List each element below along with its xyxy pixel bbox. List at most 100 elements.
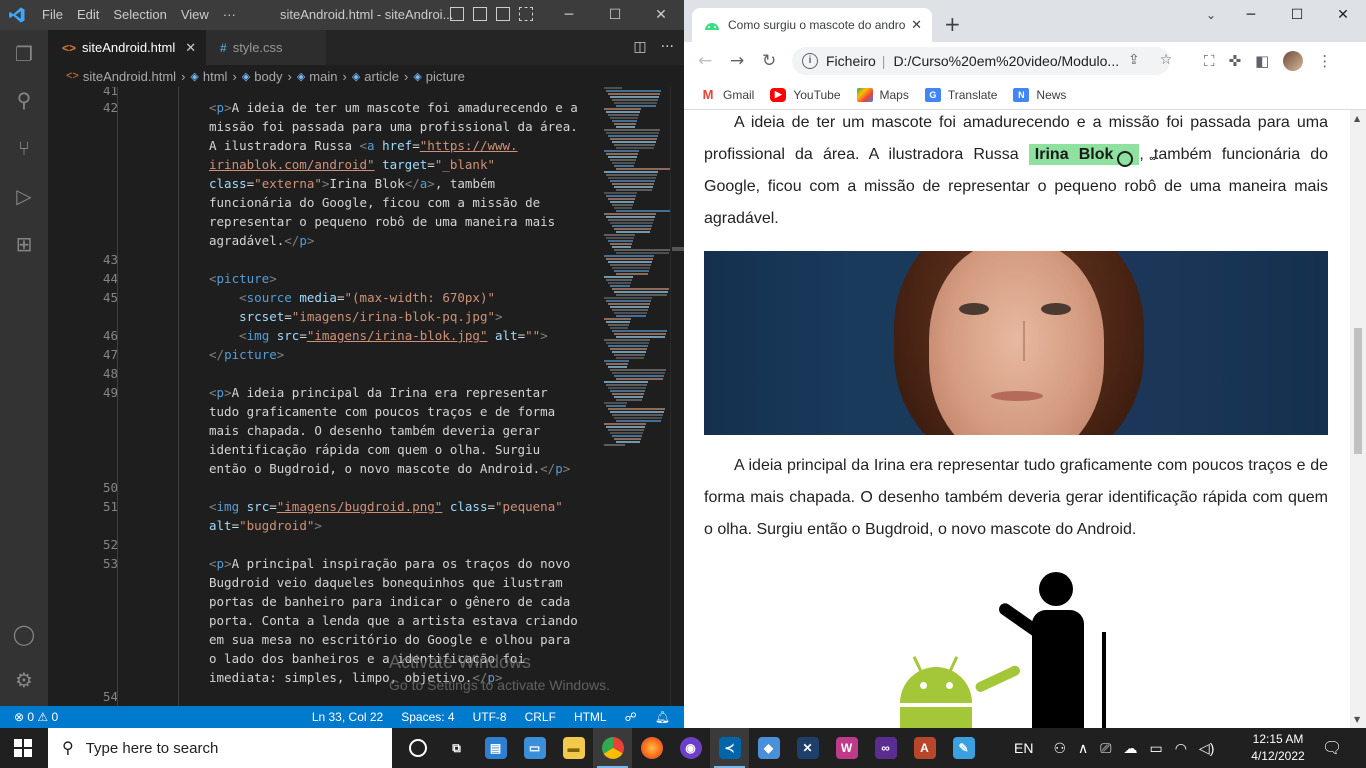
meet-now-icon[interactable]: ⎚ bbox=[1100, 740, 1111, 757]
extensions-puzzle-icon[interactable]: ✜ bbox=[1229, 52, 1242, 70]
bookmark-translate[interactable]: G Translate bbox=[924, 87, 997, 102]
people-icon[interactable]: ⚇ bbox=[1053, 740, 1066, 757]
irina-blok-link[interactable]: Irina Blok ∞ bbox=[1028, 144, 1156, 167]
minimize-icon[interactable]: ─ bbox=[1228, 0, 1274, 30]
source-control-icon[interactable]: ⑂ bbox=[12, 136, 36, 160]
cortana-icon[interactable] bbox=[398, 728, 437, 768]
onedrive-cloud-icon[interactable]: ☁ bbox=[1123, 740, 1137, 757]
search-icon[interactable]: ⚲ bbox=[12, 88, 36, 112]
extensions-icon[interactable]: ⊞ bbox=[12, 232, 36, 256]
notifications-bell-icon[interactable]: 🔔︎ bbox=[655, 710, 670, 724]
show-hidden-icons-chevron-icon[interactable]: ∧ bbox=[1078, 740, 1088, 757]
bookmark-youtube[interactable]: ▶ YouTube bbox=[770, 87, 841, 102]
indentation[interactable]: Spaces: 4 bbox=[401, 710, 454, 724]
toggle-secondary-sidebar-icon[interactable] bbox=[496, 7, 510, 21]
battery-icon[interactable]: ▭ bbox=[1149, 740, 1162, 757]
taskbar-search-box[interactable]: ⚲ Type here to search bbox=[48, 728, 392, 768]
language-mode[interactable]: HTML bbox=[574, 710, 607, 724]
share-icon[interactable]: ⇪ bbox=[1128, 52, 1140, 68]
taskbar-clock[interactable]: 12:15 AM 4/12/2022 bbox=[1248, 731, 1308, 765]
end-of-line[interactable]: CRLF bbox=[525, 710, 556, 724]
github-desktop-icon[interactable]: ◉ bbox=[671, 728, 710, 768]
new-tab-button[interactable]: + bbox=[944, 12, 961, 36]
split-editor-icon[interactable]: ◫ bbox=[633, 39, 646, 55]
file-explorer-icon[interactable]: ▬ bbox=[554, 728, 593, 768]
toggle-panel-icon[interactable] bbox=[473, 7, 487, 21]
breadcrumb-item[interactable]: body bbox=[254, 69, 282, 84]
menu-view[interactable]: View bbox=[181, 7, 217, 22]
virtualbox-icon[interactable]: ◆ bbox=[749, 728, 788, 768]
bookmark-gmail[interactable]: M Gmail bbox=[700, 87, 754, 102]
forward-icon[interactable]: → bbox=[730, 51, 744, 71]
wifi-icon[interactable]: ◠ bbox=[1175, 740, 1187, 757]
bookmark-star-icon[interactable]: ☆ bbox=[1160, 52, 1173, 68]
scroll-up-arrow-icon[interactable]: ▲ bbox=[1354, 114, 1360, 123]
windows-start-icon[interactable] bbox=[14, 739, 32, 757]
winamp-icon[interactable]: W bbox=[827, 728, 866, 768]
breadcrumb-item[interactable]: picture bbox=[426, 69, 465, 84]
visual-studio-icon[interactable]: ∞ bbox=[866, 728, 905, 768]
menu-selection[interactable]: Selection bbox=[113, 7, 174, 22]
problems-indicator[interactable]: ⊗ 0 ⚠ 0 bbox=[14, 710, 58, 724]
chrome-menu-icon[interactable]: ⋮ bbox=[1317, 52, 1332, 70]
breadcrumb-item[interactable]: html bbox=[203, 69, 228, 84]
menu-edit[interactable]: Edit bbox=[77, 7, 107, 22]
address-bar[interactable]: i Ficheiro | D:/Curso%20em%20video/Modul… bbox=[792, 47, 1170, 75]
maximize-icon[interactable]: ☐ bbox=[592, 0, 638, 30]
breadcrumb-item[interactable]: article bbox=[364, 69, 399, 84]
code-editor[interactable]: 41 42 43 44 45 46 47 48 49 50 51 52 53 5… bbox=[48, 87, 684, 706]
close-tab-icon[interactable]: ✕ bbox=[185, 40, 196, 56]
site-info-icon[interactable]: i bbox=[802, 53, 818, 69]
page-scrollbar[interactable]: ▲ ▼ bbox=[1350, 110, 1366, 728]
minimap[interactable] bbox=[604, 87, 673, 447]
close-tab-icon[interactable]: ✕ bbox=[911, 17, 922, 33]
screen-cast-icon[interactable]: ⛶ bbox=[1204, 52, 1215, 70]
vscode-taskbar-icon[interactable]: ≺ bbox=[710, 728, 749, 768]
breadcrumb-item[interactable]: siteAndroid.html bbox=[83, 69, 176, 84]
back-icon[interactable]: ← bbox=[698, 51, 712, 71]
browser-tab[interactable]: Como surgiu o mascote do andro ✕ bbox=[692, 8, 932, 42]
access-icon[interactable]: A bbox=[905, 728, 944, 768]
bookmark-news[interactable]: N News bbox=[1013, 87, 1066, 102]
account-icon[interactable]: ◯ bbox=[12, 622, 36, 646]
bookmark-maps[interactable]: Maps bbox=[856, 87, 909, 102]
scroll-down-arrow-icon[interactable]: ▼ bbox=[1354, 715, 1360, 724]
breadcrumb-item[interactable]: main bbox=[309, 69, 337, 84]
feedback-icon[interactable]: ☍ bbox=[625, 710, 637, 724]
action-center-icon[interactable]: 🗨︎ bbox=[1322, 738, 1342, 758]
customize-layout-icon[interactable] bbox=[519, 7, 533, 21]
control-panel-icon[interactable]: ▤ bbox=[476, 728, 515, 768]
more-actions-icon[interactable]: ··· bbox=[661, 39, 674, 55]
vscode-logo-icon[interactable] bbox=[8, 6, 26, 24]
packet-tracer-icon[interactable]: ✕ bbox=[788, 728, 827, 768]
menu-file[interactable]: File bbox=[42, 7, 71, 22]
menu-more[interactable]: ··· bbox=[223, 7, 244, 22]
desktop-icon[interactable]: ▭ bbox=[515, 728, 554, 768]
explorer-icon[interactable]: ❐ bbox=[12, 42, 36, 66]
firefox-icon[interactable] bbox=[632, 728, 671, 768]
editor-scrollbar[interactable] bbox=[670, 87, 684, 706]
reload-icon[interactable]: ↻ bbox=[762, 51, 776, 71]
language-indicator[interactable]: EN bbox=[1014, 740, 1033, 756]
tab-siteandroid-html[interactable]: <> siteAndroid.html ✕ bbox=[48, 30, 206, 65]
gear-icon[interactable]: ⚙ bbox=[12, 668, 36, 692]
cursor-position[interactable]: Ln 33, Col 22 bbox=[312, 710, 383, 724]
run-debug-icon[interactable]: ▷ bbox=[12, 184, 36, 208]
close-icon[interactable]: ✕ bbox=[638, 0, 684, 30]
minimize-icon[interactable]: ─ bbox=[546, 0, 592, 30]
tab-search-icon[interactable]: ⌄ bbox=[1206, 8, 1216, 22]
chrome-toolbar: ← → ↻ i Ficheiro | D:/Curso%20em%20video… bbox=[684, 42, 1366, 80]
scrollbar-thumb[interactable] bbox=[1354, 328, 1362, 454]
side-panel-icon[interactable]: ◧ bbox=[1255, 52, 1269, 70]
task-view-icon[interactable]: ⧉ bbox=[437, 728, 476, 768]
profile-avatar[interactable] bbox=[1283, 51, 1304, 71]
paint-icon[interactable]: ✎ bbox=[944, 728, 983, 768]
encoding[interactable]: UTF-8 bbox=[473, 710, 507, 724]
tab-style-css[interactable]: # style.css bbox=[206, 30, 326, 65]
close-icon[interactable]: ✕ bbox=[1320, 0, 1366, 30]
maximize-icon[interactable]: ☐ bbox=[1274, 0, 1320, 30]
chrome-taskbar-icon[interactable] bbox=[593, 728, 632, 768]
volume-icon[interactable]: ◁) bbox=[1199, 740, 1214, 757]
toggle-sidebar-icon[interactable] bbox=[450, 7, 464, 21]
scrollbar-thumb[interactable] bbox=[672, 247, 684, 251]
